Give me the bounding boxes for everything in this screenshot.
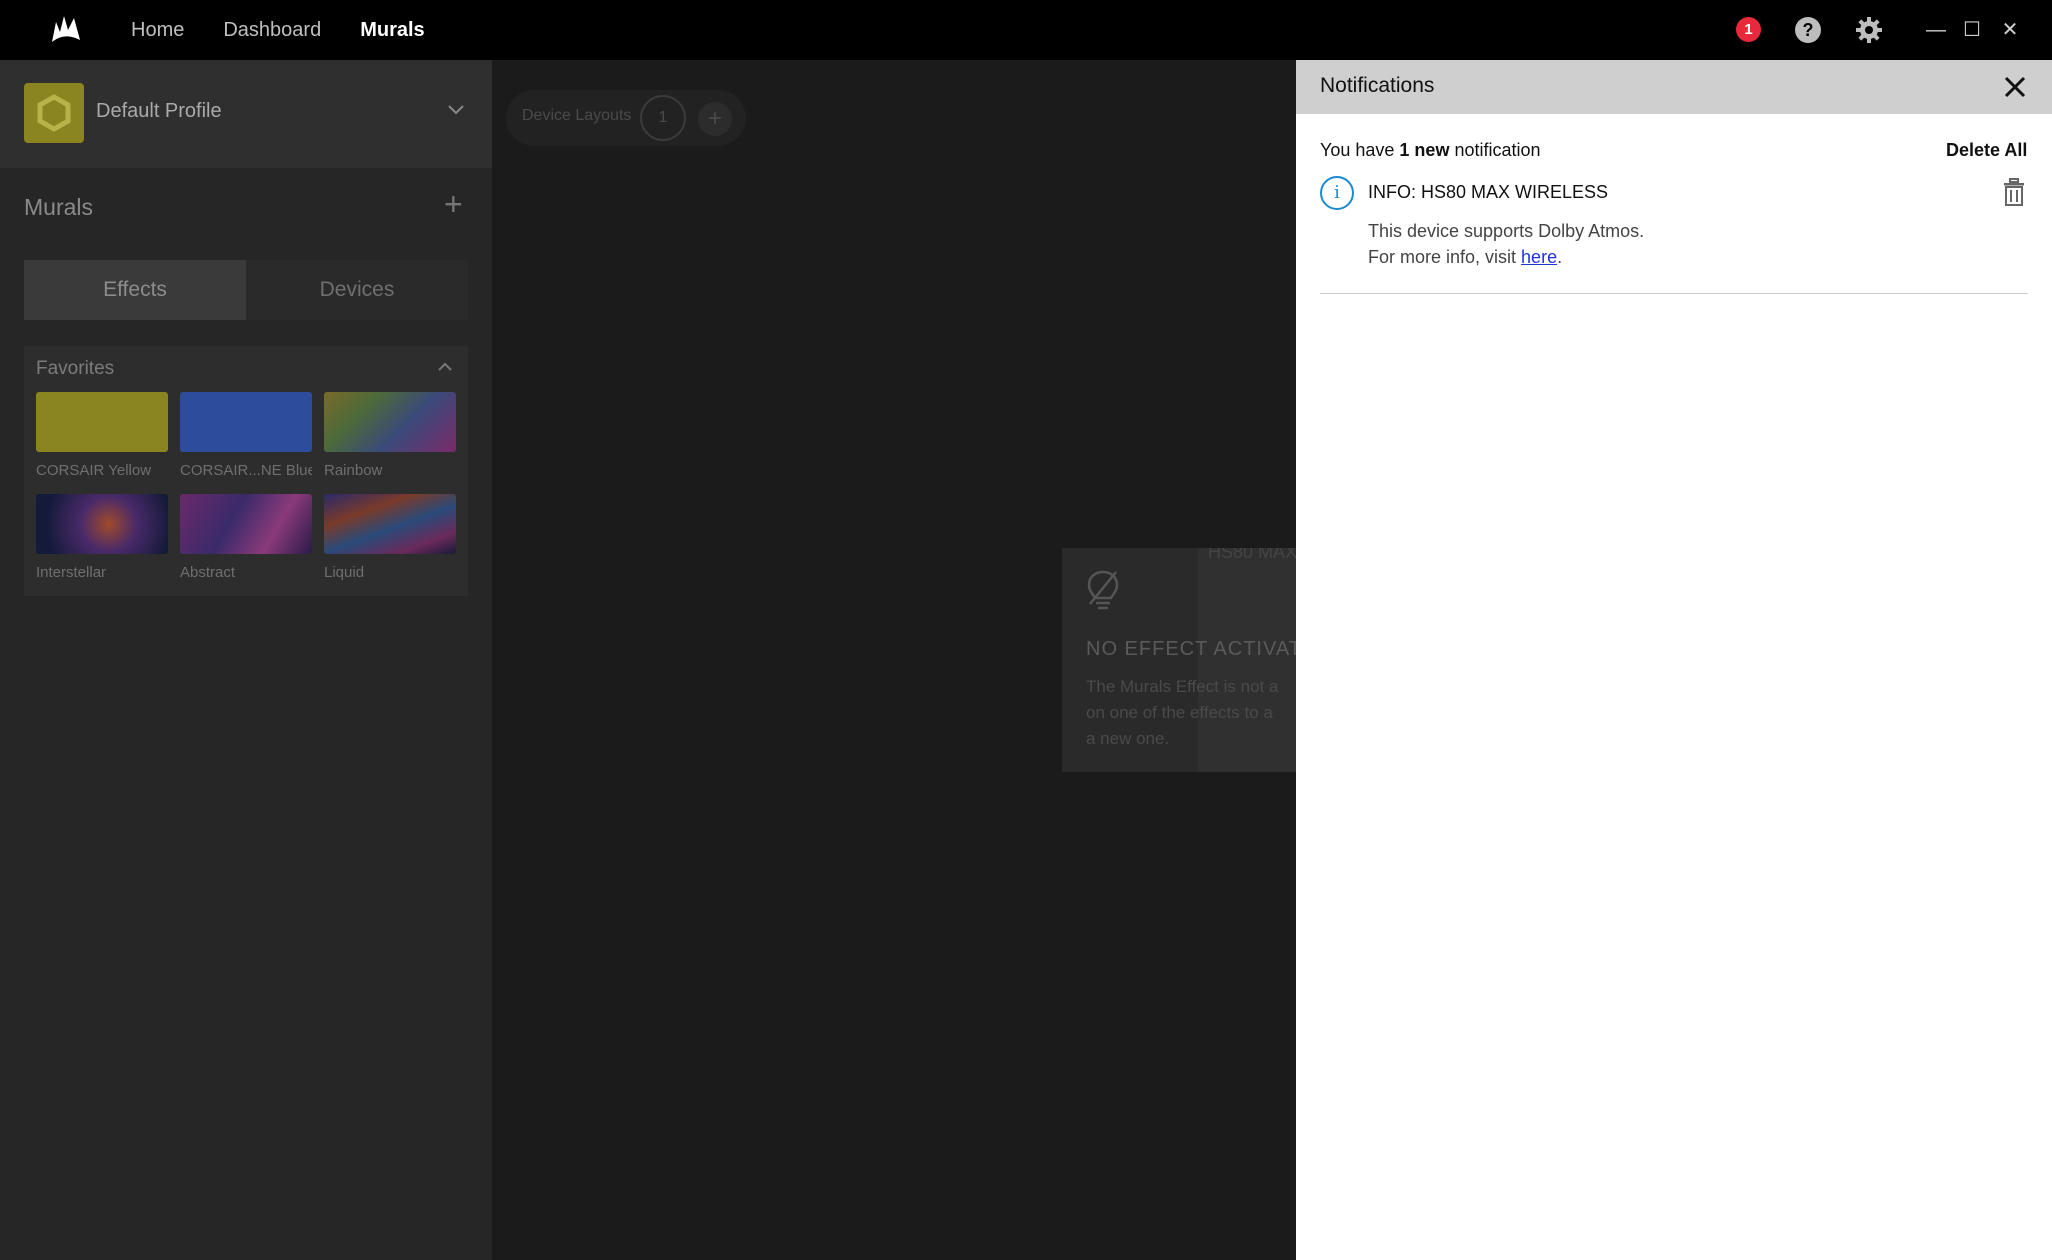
device-layout-1-button[interactable]: 1: [640, 95, 686, 141]
notifications-summary: You have 1 new notification: [1320, 140, 1541, 161]
effect-label: Interstellar: [36, 564, 107, 581]
no-effect-line: a new one.: [1086, 729, 1170, 748]
notification-line: For more info, visit here.: [1368, 244, 1644, 270]
notification-link-suffix: .: [1557, 247, 1563, 267]
device-name: HS80 MAX: [1208, 548, 1296, 562]
no-effect-line: on one of the effects to a: [1086, 703, 1273, 722]
notifications-title: Notifications: [1320, 74, 1435, 97]
notification-link-prefix: For more info, visit: [1368, 247, 1522, 267]
effect-swatch: [180, 494, 312, 554]
info-icon: i: [1320, 176, 1354, 210]
effect-label: CORSAIR Yellow: [36, 462, 152, 479]
summary-prefix: You have: [1320, 140, 1400, 160]
no-effect-line: The Murals Effect is not a: [1086, 677, 1279, 696]
effect-label: CORSAIR...NE Blue: [180, 462, 312, 479]
notifications-header: Notifications: [1296, 60, 2052, 114]
nav-item-dashboard[interactable]: Dashboard: [211, 0, 333, 60]
lightbulb-off-icon: [1087, 570, 1119, 610]
tab-effects[interactable]: Effects: [24, 260, 246, 320]
gear-icon[interactable]: [1855, 16, 1883, 44]
maximize-button[interactable]: ☐: [1958, 16, 1986, 44]
no-effect-card: HS80 MAX NO EFFECT ACTIVAT The Murals Ef…: [1062, 548, 1296, 772]
effect-tile-liquid[interactable]: Liquid: [324, 494, 456, 581]
effect-swatch: [180, 392, 312, 452]
hexagon-icon: [37, 94, 71, 132]
add-mural-button[interactable]: +: [444, 188, 463, 220]
murals-tabs: Effects Devices: [24, 260, 468, 320]
effect-swatch: [36, 392, 168, 452]
corsair-logo-icon[interactable]: [46, 10, 86, 50]
top-bar: Home Dashboard Murals 1 ? — ☐ ✕: [0, 0, 2052, 60]
notifications-panel: Notifications You have 1 new notificatio…: [1296, 60, 2052, 1260]
add-device-layout-button[interactable]: +: [698, 102, 732, 136]
effect-label: Abstract: [180, 564, 236, 581]
main-nav: Home Dashboard Murals: [104, 0, 437, 60]
trash-icon[interactable]: [2002, 178, 2026, 206]
app-window: Home Dashboard Murals 1 ? — ☐ ✕ Default …: [0, 0, 2052, 1260]
main-canvas: Device Layouts 1 + HS80 MAX NO EFFECT AC…: [492, 60, 1296, 1260]
notification-body: This device supports Dolby Atmos. For mo…: [1368, 218, 1644, 270]
chevron-up-icon[interactable]: [436, 358, 454, 376]
notifications-badge[interactable]: 1: [1736, 17, 1761, 42]
device-layouts-label: Device Layouts: [522, 107, 632, 124]
profile-avatar: [24, 83, 84, 143]
favorites-title: Favorites: [36, 358, 115, 379]
nav-item-home[interactable]: Home: [119, 0, 196, 60]
help-icon[interactable]: ?: [1795, 17, 1821, 43]
minimize-button[interactable]: —: [1922, 16, 1950, 44]
favorites-section: Favorites CORSAIR Yellow CORSAIR...NE Bl…: [24, 346, 468, 596]
notification-link[interactable]: here: [1521, 247, 1557, 267]
murals-title: Murals: [24, 194, 94, 220]
sidebar: Default Profile Murals + Effects Devices…: [0, 60, 492, 1260]
close-window-button[interactable]: ✕: [1996, 16, 2024, 44]
effect-tile-corsair-blue[interactable]: CORSAIR...NE Blue: [180, 392, 312, 479]
delete-all-button[interactable]: Delete All: [1946, 140, 2027, 161]
effect-label: Liquid: [324, 564, 365, 581]
effect-swatch: [36, 494, 168, 554]
no-effect-body: The Murals Effect is not a on one of the…: [1086, 674, 1296, 752]
profile-name: Default Profile: [96, 100, 222, 122]
chevron-down-icon[interactable]: [446, 100, 466, 120]
effect-label: Rainbow: [324, 462, 383, 479]
close-icon[interactable]: [2002, 74, 2028, 100]
profile-selector[interactable]: Default Profile: [0, 60, 492, 168]
effect-swatch: [324, 494, 456, 554]
summary-count: 1 new: [1399, 140, 1450, 160]
effect-tile-corsair-yellow[interactable]: CORSAIR Yellow: [36, 392, 168, 479]
notification-divider: [1320, 293, 2028, 294]
effect-tile-rainbow[interactable]: Rainbow: [324, 392, 456, 479]
summary-suffix: notification: [1449, 140, 1541, 160]
notification-line: This device supports Dolby Atmos.: [1368, 221, 1645, 241]
tab-devices[interactable]: Devices: [246, 260, 468, 320]
notification-title: INFO: HS80 MAX WIRELESS: [1368, 182, 1609, 202]
effect-swatch: [324, 392, 456, 452]
effect-tile-interstellar[interactable]: Interstellar: [36, 494, 168, 581]
nav-item-murals[interactable]: Murals: [348, 0, 436, 60]
effect-tile-abstract[interactable]: Abstract: [180, 494, 312, 581]
no-effect-title: NO EFFECT ACTIVAT: [1086, 638, 1296, 660]
